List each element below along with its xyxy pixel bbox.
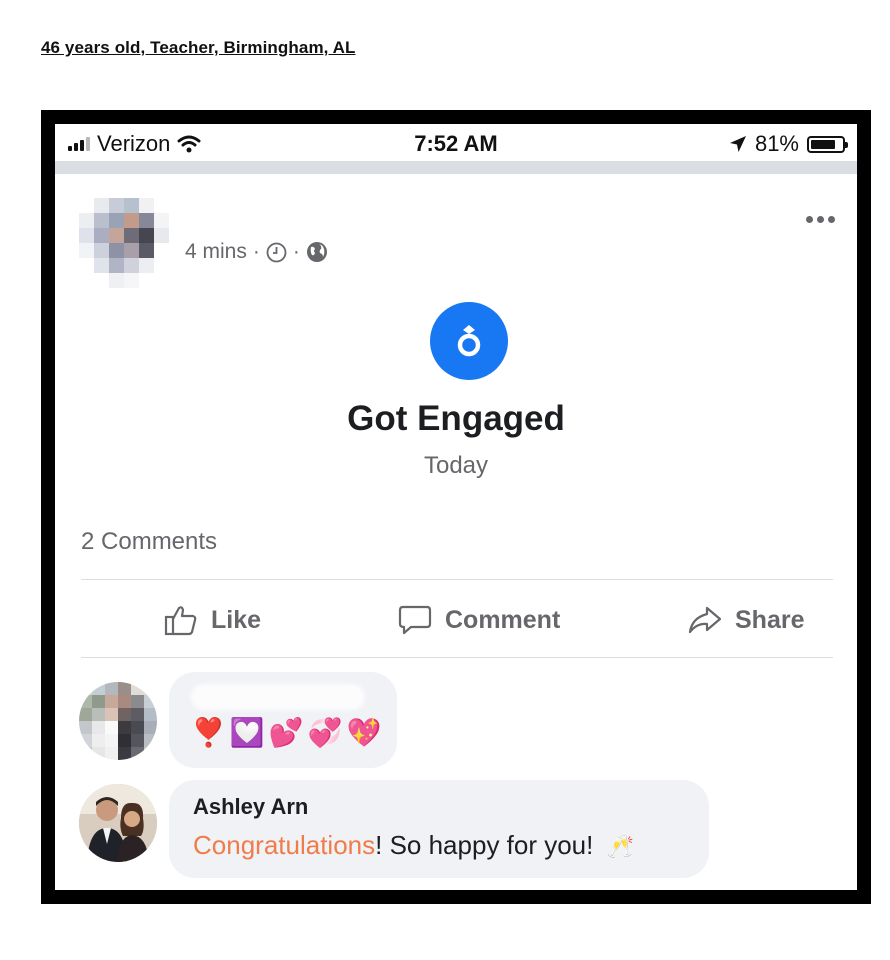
blurred-author-name — [191, 684, 365, 710]
emoji: 💕 — [268, 717, 304, 748]
comments-count[interactable]: 2 Comments — [81, 528, 217, 556]
clock-icon — [266, 242, 287, 262]
battery-fill — [811, 139, 836, 149]
comment-text: Congratulations! So happy for you! 🥂 — [193, 830, 634, 861]
avatar[interactable] — [79, 198, 169, 288]
post-actions: Like Comment Share — [81, 594, 833, 646]
emoji: ❣️ — [191, 717, 226, 748]
emoji: 💖 — [346, 717, 382, 748]
post-meta: 4 mins · · — [185, 240, 328, 264]
comment-body: ! So happy for you! — [375, 830, 594, 860]
comment-author[interactable]: Ashley Arn — [193, 794, 308, 820]
pixelated-avatar-image — [79, 198, 169, 288]
post-time[interactable]: 4 mins — [185, 240, 247, 264]
share-button[interactable]: Share — [687, 594, 804, 646]
meta-separator-2: · — [292, 240, 300, 263]
caption: 46 years old, Teacher, Birmingham, AL — [41, 38, 356, 57]
like-label: Like — [211, 605, 262, 634]
comment-button[interactable]: Comment — [397, 594, 560, 646]
comment-emojis: ❣️ 💟 💕 💞 💖 — [191, 716, 381, 749]
life-event-title: Got Engaged — [347, 399, 565, 438]
share-label: Share — [735, 605, 805, 634]
battery-icon — [807, 135, 848, 153]
commenter-avatar[interactable] — [79, 682, 157, 760]
status-right: 81% — [729, 131, 848, 157]
more-options-icon[interactable] — [806, 216, 835, 223]
life-event-icon — [430, 302, 508, 380]
divider — [81, 579, 833, 580]
meta-separator: · — [252, 240, 260, 263]
clinking-glasses-emoji: 🥂 — [606, 834, 635, 859]
comment-icon — [398, 605, 432, 635]
header-separator — [55, 161, 857, 174]
thumbs-up-icon — [164, 606, 197, 636]
status-bar: Verizon 7:52 AM 81% — [55, 124, 857, 161]
comment-highlight-word[interactable]: Congratulations — [193, 830, 375, 860]
emoji: 💟 — [229, 717, 265, 748]
pixelated-avatar-image — [79, 682, 157, 760]
divider — [81, 657, 833, 658]
share-icon — [688, 606, 722, 634]
comment-bubble[interactable]: ❣️ 💟 💕 💞 💖 — [169, 672, 397, 768]
ring-icon — [457, 325, 481, 357]
globe-icon[interactable] — [306, 241, 328, 263]
couple-photo — [79, 784, 157, 862]
like-button[interactable]: Like — [163, 594, 261, 646]
comment-bubble[interactable]: Ashley Arn Congratulations! So happy for… — [169, 780, 709, 878]
comment-label: Comment — [445, 605, 561, 634]
location-arrow-icon — [729, 136, 746, 152]
phone-screen: Verizon 7:52 AM 81% 4 mins · · Got Engag… — [55, 124, 857, 890]
life-event-date: Today — [423, 452, 489, 479]
phone-frame: Verizon 7:52 AM 81% 4 mins · · Got Engag… — [41, 110, 871, 904]
commenter-avatar[interactable] — [79, 784, 157, 862]
emoji: 💞 — [307, 717, 343, 748]
battery-percent: 81% — [754, 131, 799, 156]
